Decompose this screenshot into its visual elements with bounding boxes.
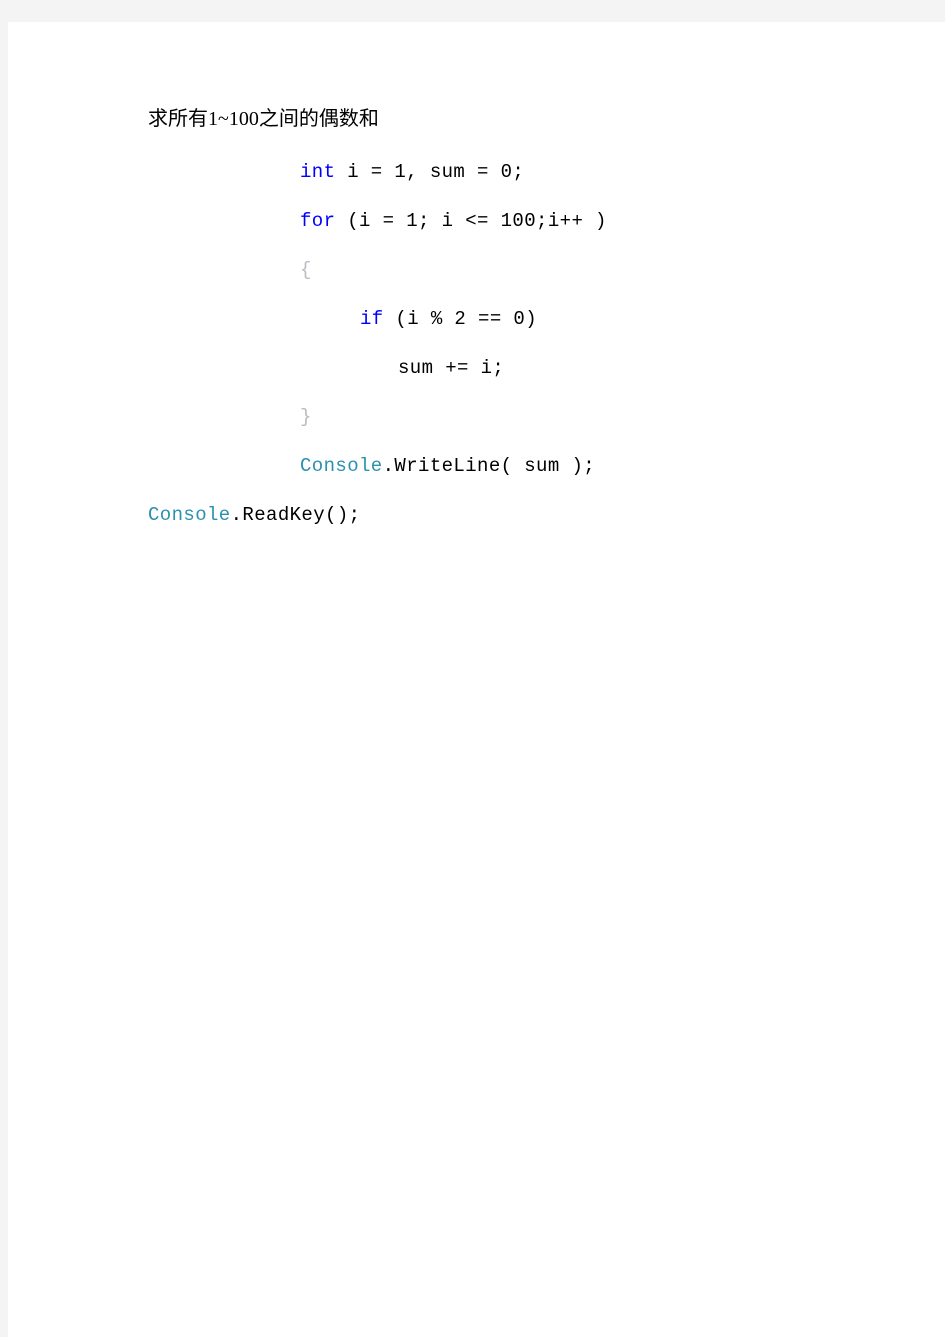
code-token-keyword: int <box>300 161 336 183</box>
code-line: if (i % 2 == 0) <box>148 295 908 344</box>
code-line: Console.ReadKey(); <box>148 491 908 540</box>
code-line: for (i = 1; i <= 100;i++ ) <box>148 197 908 246</box>
code-token-class_name: Console <box>300 455 383 477</box>
code-token-plain: sum += i; <box>398 357 505 379</box>
code-token-plain: (i = 1; i <= 100;i++ ) <box>335 210 607 232</box>
page-title: 求所有1~100之间的偶数和 <box>148 108 379 130</box>
code-token-brace: } <box>300 406 312 428</box>
code-token-keyword: if <box>360 308 384 330</box>
document-page: 求所有1~100之间的偶数和 int i = 1, sum = 0; for (i… <box>8 22 945 1337</box>
code-line: { <box>148 246 908 295</box>
document-content: 求所有1~100之间的偶数和 int i = 1, sum = 0; for (i… <box>148 104 908 540</box>
code-line: int i = 1, sum = 0; <box>148 148 908 197</box>
code-line: Console.WriteLine( sum ); <box>148 442 908 491</box>
code-token-plain: i = 1, sum = 0; <box>335 161 525 183</box>
code-line: sum += i; <box>148 344 908 393</box>
code-token-plain: .ReadKey(); <box>230 504 361 526</box>
code-block: int i = 1, sum = 0; for (i = 1; i <= 100;… <box>148 148 908 540</box>
code-token-keyword: for <box>300 210 336 232</box>
code-line: } <box>148 393 908 442</box>
code-token-brace: { <box>300 259 312 281</box>
code-token-plain: (i % 2 == 0) <box>383 308 538 330</box>
code-token-class_name: Console <box>148 504 231 526</box>
code-token-plain: .WriteLine( sum ); <box>382 455 596 477</box>
